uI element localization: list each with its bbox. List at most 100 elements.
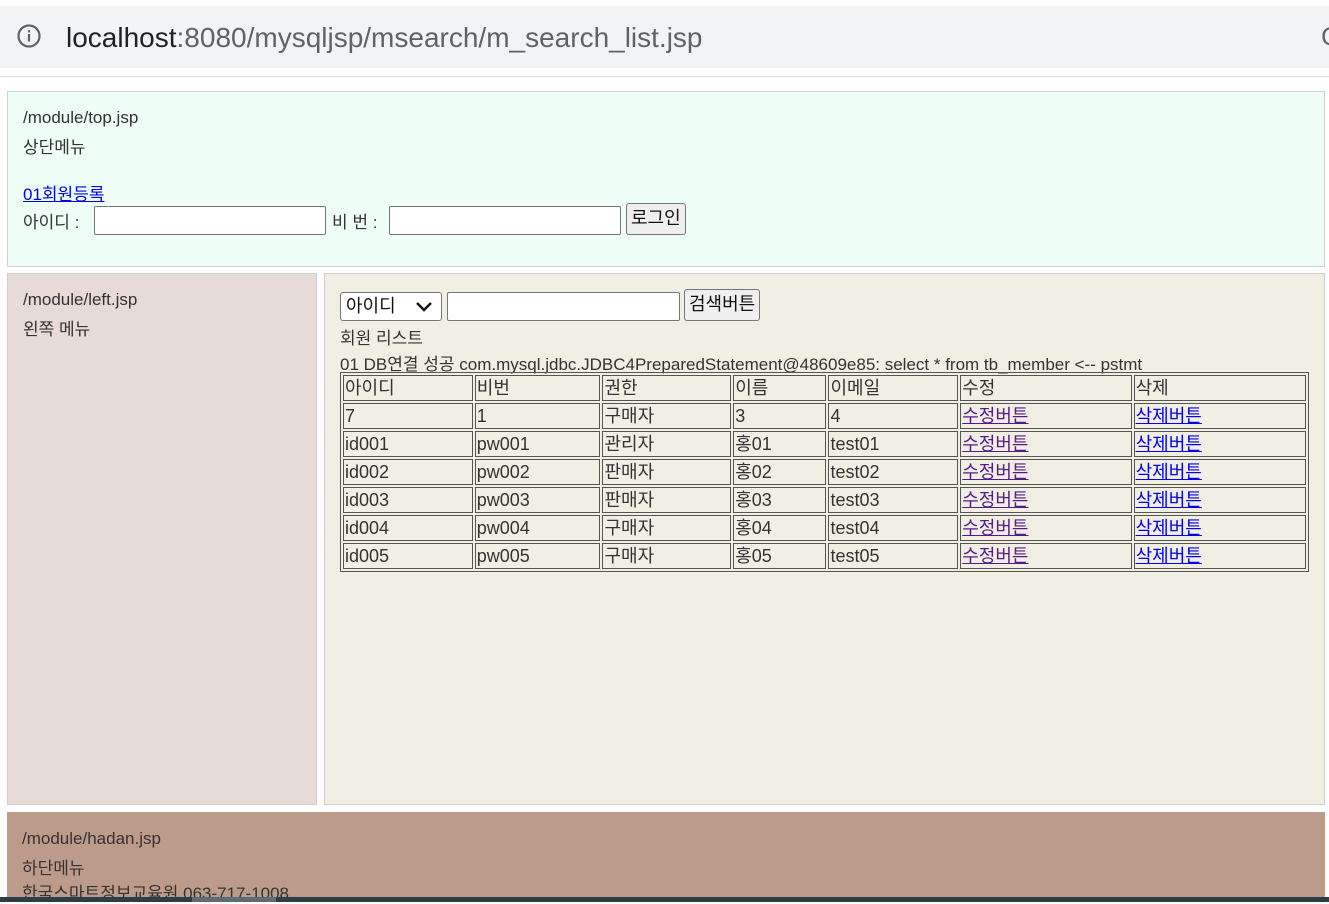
header-role: 권한 — [602, 375, 732, 401]
search-input[interactable] — [447, 292, 680, 321]
top-path: /module/top.jsp — [23, 108, 139, 127]
left-module: /module/left.jsp 왼쪽 메뉴 — [7, 273, 317, 805]
cell-delete: 삭제버튼 — [1133, 487, 1306, 513]
url-text[interactable]: localhost:8080/mysqljsp/msearch/m_search… — [66, 22, 703, 54]
delete-button-link[interactable]: 삭제버튼 — [1136, 490, 1202, 510]
chevron-down-icon — [416, 302, 432, 312]
delete-button-link[interactable]: 삭제버튼 — [1136, 518, 1202, 538]
cell-role: 판매자 — [602, 459, 732, 485]
cell-password: pw005 — [474, 543, 601, 569]
header-email: 이메일 — [828, 375, 959, 401]
scrollbar-thumb[interactable] — [192, 897, 276, 902]
search-field-select[interactable]: 아이디 — [340, 292, 442, 321]
cell-email: test03 — [828, 487, 959, 513]
list-title: 회원 리스트 — [340, 329, 423, 348]
cell-id: id003 — [343, 487, 473, 513]
cell-delete: 삭제버튼 — [1133, 459, 1306, 485]
id-input[interactable] — [94, 206, 326, 235]
cell-id: id002 — [343, 459, 473, 485]
member-table: 아이디 비번 권한 이름 이메일 수정 삭제 7 1 구매자 3 4 수정버튼 … — [340, 372, 1309, 572]
left-path: /module/left.jsp — [23, 290, 138, 309]
delete-button-link[interactable]: 삭제버튼 — [1136, 462, 1202, 482]
edit-button-link[interactable]: 수정버튼 — [962, 434, 1028, 454]
toolbar-divider — [0, 76, 1329, 77]
id-label: 아이디 : — [23, 213, 80, 232]
password-label: 비 번 : — [332, 213, 378, 232]
password-input[interactable] — [389, 206, 621, 235]
table-row: id001 pw001 관리자 홍01 test01 수정버튼 삭제버튼 — [343, 431, 1306, 457]
cell-name: 3 — [733, 403, 827, 429]
delete-button-link[interactable]: 삭제버튼 — [1136, 434, 1202, 454]
cell-role: 구매자 — [602, 515, 732, 541]
cell-email: test01 — [828, 431, 959, 457]
cell-role: 구매자 — [602, 403, 732, 429]
cell-id: id001 — [343, 431, 473, 457]
url-host: localhost — [66, 22, 177, 53]
reload-icon[interactable]: C — [1321, 26, 1329, 48]
info-icon[interactable] — [17, 24, 41, 48]
left-title: 왼쪽 메뉴 — [23, 320, 91, 339]
cell-id: id005 — [343, 543, 473, 569]
edit-button-link[interactable]: 수정버튼 — [962, 546, 1028, 566]
delete-button-link[interactable]: 삭제버튼 — [1136, 406, 1202, 426]
cell-email: test05 — [828, 543, 959, 569]
cell-password: pw003 — [474, 487, 601, 513]
header-id: 아이디 — [343, 375, 473, 401]
table-row: id005 pw005 구매자 홍05 test05 수정버튼 삭제버튼 — [343, 543, 1306, 569]
cell-password: pw004 — [474, 515, 601, 541]
cell-edit: 수정버튼 — [960, 431, 1132, 457]
cell-role: 판매자 — [602, 487, 732, 513]
cell-delete: 삭제버튼 — [1133, 431, 1306, 457]
delete-button-link[interactable]: 삭제버튼 — [1136, 546, 1202, 566]
cell-name: 홍04 — [733, 515, 827, 541]
search-field-value: 아이디 — [346, 296, 396, 316]
header-delete: 삭제 — [1133, 375, 1306, 401]
cell-name: 홍05 — [733, 543, 827, 569]
edit-button-link[interactable]: 수정버튼 — [962, 462, 1028, 482]
cell-edit: 수정버튼 — [960, 543, 1132, 569]
cell-id: 7 — [343, 403, 473, 429]
cell-delete: 삭제버튼 — [1133, 403, 1306, 429]
edit-button-link[interactable]: 수정버튼 — [962, 490, 1028, 510]
header-name: 이름 — [733, 375, 827, 401]
table-header-row: 아이디 비번 권한 이름 이메일 수정 삭제 — [343, 375, 1306, 401]
cell-edit: 수정버튼 — [960, 459, 1132, 485]
cell-email: test02 — [828, 459, 959, 485]
cell-edit: 수정버튼 — [960, 515, 1132, 541]
cell-edit: 수정버튼 — [960, 487, 1132, 513]
table-row: id003 pw003 판매자 홍03 test03 수정버튼 삭제버튼 — [343, 487, 1306, 513]
cell-name: 홍02 — [733, 459, 827, 485]
bottom-title: 하단메뉴 — [22, 859, 85, 878]
edit-button-link[interactable]: 수정버튼 — [962, 518, 1028, 538]
header-edit: 수정 — [960, 375, 1132, 401]
url-path: :8080/mysqljsp/msearch/m_search_list.jsp — [176, 22, 703, 53]
cell-password: pw001 — [474, 431, 601, 457]
cell-delete: 삭제버튼 — [1133, 543, 1306, 569]
edit-button-link[interactable]: 수정버튼 — [962, 406, 1028, 426]
cell-delete: 삭제버튼 — [1133, 515, 1306, 541]
address-bar[interactable]: localhost:8080/mysqljsp/msearch/m_search… — [0, 6, 1329, 68]
cell-id: id004 — [343, 515, 473, 541]
table-row: id002 pw002 판매자 홍02 test02 수정버튼 삭제버튼 — [343, 459, 1306, 485]
main-content: 아이디 검색버튼 회원 리스트 01 DB연결 성공 com.mysql.jdb… — [324, 273, 1325, 805]
cell-role: 구매자 — [602, 543, 732, 569]
horizontal-scrollbar[interactable] — [0, 897, 1329, 902]
table-row: 7 1 구매자 3 4 수정버튼 삭제버튼 — [343, 403, 1306, 429]
bottom-module: /module/hadan.jsp 하단메뉴 한국스마트정보교육원 063-71… — [7, 812, 1325, 903]
table-row: id004 pw004 구매자 홍04 test04 수정버튼 삭제버튼 — [343, 515, 1306, 541]
cell-role: 관리자 — [602, 431, 732, 457]
cell-email: 4 — [828, 403, 959, 429]
login-button[interactable]: 로그인 — [626, 203, 686, 235]
search-button[interactable]: 검색버튼 — [684, 289, 761, 321]
cell-name: 홍01 — [733, 431, 827, 457]
header-password: 비번 — [474, 375, 601, 401]
cell-edit: 수정버튼 — [960, 403, 1132, 429]
cell-name: 홍03 — [733, 487, 827, 513]
cell-email: test04 — [828, 515, 959, 541]
bottom-path: /module/hadan.jsp — [22, 829, 161, 848]
top-module: /module/top.jsp 상단메뉴 01회원등록 아이디 : 비 번 : … — [7, 91, 1325, 267]
register-link[interactable]: 01회원등록 — [23, 180, 104, 205]
cell-password: 1 — [474, 403, 601, 429]
cell-password: pw002 — [474, 459, 601, 485]
top-title: 상단메뉴 — [23, 138, 86, 157]
